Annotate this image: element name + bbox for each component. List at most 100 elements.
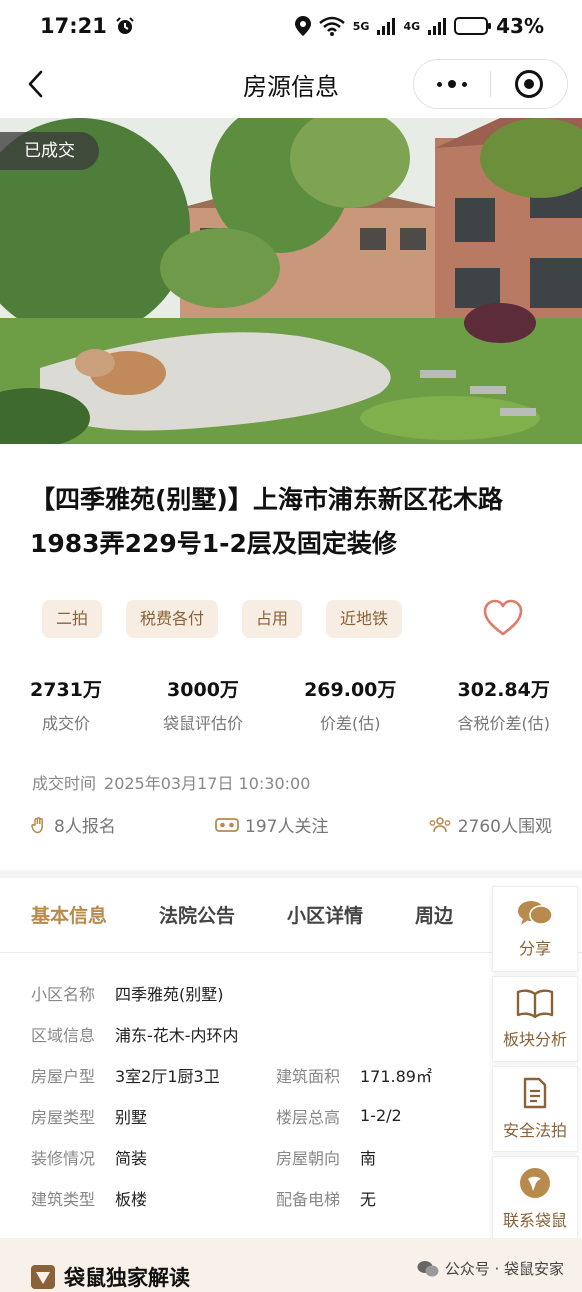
tab-surroundings[interactable]: 周边 — [415, 901, 453, 928]
contact-button[interactable]: 联系袋鼠 — [492, 1156, 578, 1242]
stat-label: 成交价 — [41, 714, 90, 733]
tag-item: 税费各付 — [126, 600, 219, 638]
tag-item: 二拍 — [42, 600, 103, 638]
tab-basic-info[interactable]: 基本信息 — [31, 901, 107, 928]
info-value: 四季雅苑(别墅) — [115, 984, 224, 1004]
sold-badge: 已成交 — [0, 132, 99, 170]
info-key: 房屋户型 — [31, 1066, 96, 1086]
follower-count-text: 197人关注 — [245, 817, 329, 837]
viewer-count: 2760人围观 — [428, 812, 552, 837]
stat-label: 价差(估) — [319, 714, 381, 733]
watermark: 公众号 · 袋鼠安家 — [417, 1258, 564, 1279]
wechat-icon — [417, 1260, 439, 1276]
info-row: 装修情况 简装 房屋朝向南 — [31, 1136, 481, 1177]
deal-time: 成交时间 2025年03月17日 10:30:00 — [32, 770, 310, 794]
tag-item: 占用 — [242, 600, 303, 638]
stat-deal-price: 2731万 成交价 — [30, 676, 102, 734]
info-cell: 房屋户型 3室2厅1厨3卫 — [31, 1063, 276, 1087]
nav-bar: 房源信息 — [0, 52, 582, 116]
network-4g-label: 4G — [403, 19, 421, 33]
hero-image[interactable]: 已成交 — [0, 118, 582, 444]
tag-list: 二拍 税费各付 占用 近地铁 — [42, 600, 403, 638]
info-cell: 装修情况 简装 — [31, 1145, 276, 1169]
info-value: 南 — [360, 1148, 377, 1168]
heart-icon — [483, 599, 523, 636]
wifi-icon — [318, 16, 345, 36]
info-value: 别墅 — [115, 1107, 148, 1127]
info-key: 建筑面积 — [276, 1066, 341, 1086]
exclusive-section-title: 袋鼠独家解读 — [30, 1262, 190, 1292]
info-key: 房屋类型 — [31, 1107, 96, 1127]
stat-price-gap: 269.00万 价差(估) — [304, 676, 396, 734]
follower-count: 197人关注 — [215, 812, 329, 837]
tab-community[interactable]: 小区详情 — [287, 901, 363, 928]
signal-4g-icon — [428, 17, 447, 35]
tag-item: 近地铁 — [326, 600, 403, 638]
kangaroo-badge-icon — [31, 1265, 55, 1289]
share-label: 分享 — [518, 939, 551, 958]
info-cell: 房屋类型 别墅 — [31, 1104, 276, 1128]
deal-time-value: 2025年03月17日 10:30:00 — [104, 774, 311, 793]
info-key: 装修情况 — [31, 1148, 96, 1168]
exclusive-title-text: 袋鼠独家解读 — [64, 1266, 190, 1290]
more-dots-icon — [437, 80, 467, 88]
info-row: 房屋类型 别墅 楼层总高 1-2/2 — [31, 1095, 481, 1136]
status-bar: 17:21 5G 4G 43% — [0, 0, 582, 52]
stat-value: 3000万 — [167, 679, 239, 701]
alarm-icon — [116, 17, 134, 34]
price-stats: 2731万 成交价 3000万 袋鼠评估价 269.00万 价差(估) 302.… — [30, 676, 550, 734]
signup-count-text: 8人报名 — [54, 817, 116, 837]
favorite-button[interactable] — [482, 598, 524, 638]
vr-glasses-icon — [215, 817, 239, 832]
location-icon — [294, 16, 311, 36]
stat-label: 袋鼠评估价 — [162, 714, 243, 733]
info-key: 楼层总高 — [276, 1107, 341, 1127]
signup-count: 8人报名 — [30, 812, 116, 837]
info-row: 小区名称 四季雅苑(别墅) — [31, 972, 481, 1013]
page-title: 房源信息 — [243, 72, 339, 101]
info-value: 无 — [360, 1189, 377, 1209]
contact-label: 联系袋鼠 — [502, 1211, 567, 1230]
info-value: 171.89㎡ — [360, 1066, 432, 1086]
network-5g-label: 5G — [352, 19, 370, 33]
stat-label: 含税价差(估) — [457, 714, 550, 733]
stat-estimate: 3000万 袋鼠评估价 — [163, 676, 243, 734]
engagement-meta: 8人报名 197人关注 2760人围观 — [30, 812, 552, 837]
open-book-icon — [516, 989, 554, 1018]
info-value: 3室2厅1厨3卫 — [115, 1066, 220, 1086]
info-value: 浦东-花木-内环内 — [115, 1025, 239, 1045]
signal-5g-icon — [377, 17, 396, 35]
status-left: 17:21 — [40, 14, 135, 38]
close-miniapp-button[interactable] — [491, 60, 567, 108]
chat-bubble-icon — [518, 901, 553, 925]
info-key: 建筑类型 — [31, 1189, 96, 1209]
info-key: 房屋朝向 — [276, 1148, 341, 1168]
area-analysis-label: 板块分析 — [502, 1030, 567, 1049]
safe-auction-button[interactable]: 安全法拍 — [492, 1066, 578, 1152]
status-right: 5G 4G 43% — [294, 14, 544, 38]
tab-court-notice[interactable]: 法院公告 — [159, 901, 235, 928]
battery-percent: 43% — [496, 14, 544, 38]
status-time: 17:21 — [40, 14, 107, 38]
viewer-count-text: 2760人围观 — [457, 817, 552, 837]
section-gap — [0, 870, 582, 878]
stat-value: 2731万 — [30, 679, 102, 701]
stat-value: 269.00万 — [304, 679, 397, 701]
info-row: 区域信息 浦东-花木-内环内 — [31, 1013, 481, 1054]
info-row: 建筑类型 板楼 配备电梯无 — [31, 1177, 481, 1218]
info-key: 区域信息 — [31, 1025, 96, 1045]
info-key: 小区名称 — [31, 984, 96, 1004]
watermark-text: 公众号 · 袋鼠安家 — [444, 1260, 564, 1278]
more-button[interactable] — [414, 60, 490, 108]
share-button[interactable]: 分享 — [492, 886, 578, 972]
battery-icon — [454, 17, 492, 35]
info-row: 房屋户型 3室2厅1厨3卫 建筑面积 171.89㎡ — [31, 1054, 481, 1095]
safe-auction-label: 安全法拍 — [502, 1121, 567, 1140]
info-key: 配备电梯 — [276, 1189, 341, 1209]
kangaroo-logo-icon — [520, 1168, 550, 1198]
area-analysis-button[interactable]: 板块分析 — [492, 976, 578, 1062]
stat-tax-gap: 302.84万 含税价差(估) — [457, 676, 550, 734]
chevron-left-icon — [28, 70, 43, 98]
info-value: 1-2/2 — [360, 1106, 402, 1125]
back-button[interactable] — [18, 66, 54, 102]
